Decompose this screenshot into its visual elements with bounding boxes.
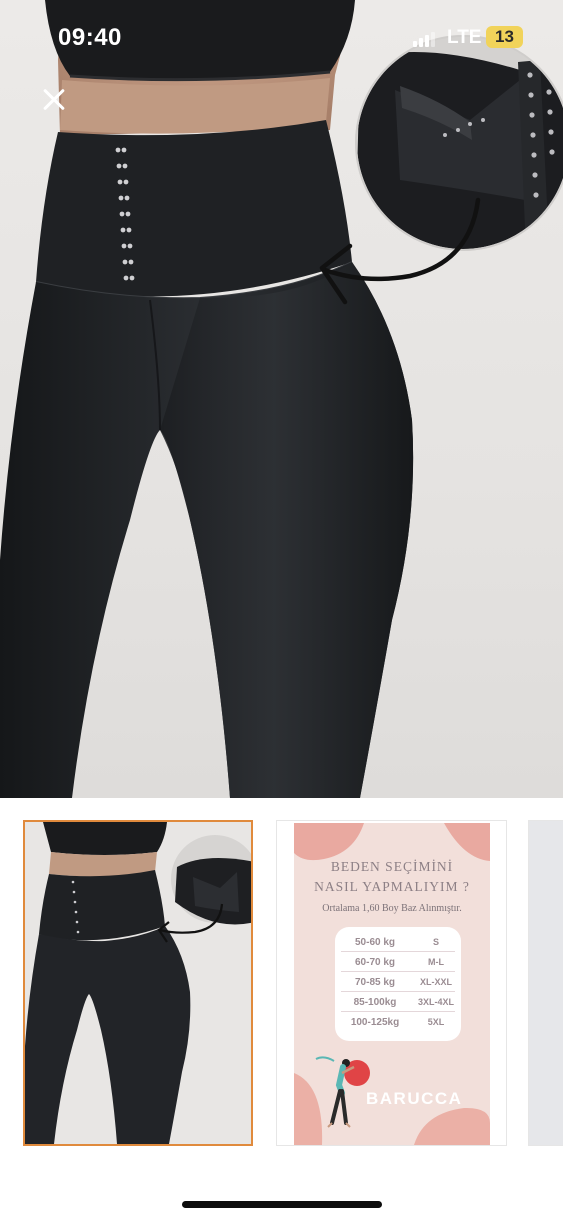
product-image-viewer: 09:40 LTE 13 BEDEN SEÇİMİNİ NASIL YAPMAL…	[0, 0, 563, 1219]
size-row-size: 3XL-4XL	[417, 997, 454, 1007]
brand-logo-text: BARUCCA	[366, 1089, 463, 1108]
main-product-image[interactable]	[0, 0, 563, 798]
thumbnail-next-partial[interactable]	[528, 820, 563, 1146]
size-chart-card: BEDEN SEÇİMİNİ NASIL YAPMALIYIM ? Ortala…	[294, 823, 490, 1145]
thumbnail-size-chart[interactable]: BEDEN SEÇİMİNİ NASIL YAPMALIYIM ? Ortala…	[276, 820, 507, 1146]
size-row-weight: 60-70 kg	[354, 957, 396, 968]
size-row-size: 5XL	[427, 1017, 445, 1027]
size-row-weight: 85-100kg	[353, 997, 397, 1008]
thumbnail-leggings-image	[25, 822, 251, 1144]
size-chart-subtitle: Ortalama 1,60 Boy Baz Alınmıştır.	[322, 903, 462, 914]
size-chart-title-line1: BEDEN SEÇİMİNİ	[330, 859, 454, 874]
battery-level: 13	[486, 26, 523, 48]
thumbnail-strip[interactable]: BEDEN SEÇİMİNİ NASIL YAPMALIYIM ? Ortala…	[0, 798, 563, 1170]
size-row-weight: 70-85 kg	[354, 977, 396, 988]
size-row-weight: 100-125kg	[350, 1017, 400, 1028]
leggings-photo	[0, 0, 563, 798]
home-indicator[interactable]	[182, 1201, 382, 1208]
size-row: 70-85 kg XL-XXL	[335, 973, 461, 992]
size-chart-title-line2: NASIL YAPMALIYIM ?	[314, 879, 470, 894]
size-chart-table: 50-60 kg S 60-70 kg M-L 70-85 kg XL-XXL …	[335, 927, 461, 1041]
size-row-size: XL-XXL	[419, 977, 452, 987]
signal-strength-icon	[413, 31, 437, 47]
size-chart-title: BEDEN SEÇİMİNİ NASIL YAPMALIYIM ?	[294, 857, 490, 897]
size-row: 100-125kg 5XL	[335, 1013, 461, 1032]
size-row: 85-100kg 3XL-4XL	[335, 993, 461, 1012]
size-row-size: S	[432, 937, 439, 947]
status-bar: 09:40 LTE 13	[0, 0, 563, 70]
network-type: LTE	[447, 27, 482, 48]
size-row-weight: 50-60 kg	[354, 937, 396, 948]
close-icon[interactable]	[38, 84, 70, 116]
size-row: 60-70 kg M-L	[335, 953, 461, 972]
size-row: 50-60 kg S	[335, 933, 461, 952]
size-row-size: M-L	[428, 957, 444, 967]
status-time: 09:40	[58, 24, 122, 51]
thumbnail-leggings-selected[interactable]	[23, 820, 253, 1146]
